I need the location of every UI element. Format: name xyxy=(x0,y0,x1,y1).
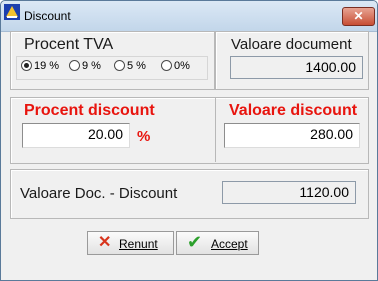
discount-value-input[interactable]: 280.00 xyxy=(224,123,360,148)
radio-icon xyxy=(161,60,172,71)
discount-divider xyxy=(215,98,216,162)
tva-option-19[interactable]: 19 % xyxy=(21,60,59,72)
window-title: Discount xyxy=(24,9,71,23)
x-icon: ✕ xyxy=(98,234,112,251)
checkmark-icon: ✔ xyxy=(187,232,203,252)
radio-icon xyxy=(69,60,80,71)
discount-dialog: Discount ✕ Procent TVA 19 % 9 % 5 % 0% V… xyxy=(0,0,378,281)
tva-option-9[interactable]: 9 % xyxy=(69,60,101,72)
cancel-button-label: Renunt xyxy=(119,237,158,251)
app-icon xyxy=(4,4,20,20)
title-bar[interactable]: Discount ✕ xyxy=(1,1,377,32)
tva-radio-group: 19 % 9 % 5 % 0% xyxy=(16,56,208,80)
doc-value-label: Valoare document xyxy=(231,36,352,53)
tva-label: Procent TVA xyxy=(24,36,114,53)
percent-discount-label: Procent discount xyxy=(24,102,155,119)
result-label: Valoare Doc. - Discount xyxy=(20,185,178,202)
accept-button-label: Accept xyxy=(211,237,248,251)
radio-icon xyxy=(114,60,125,71)
tva-option-5[interactable]: 5 % xyxy=(114,60,146,72)
discount-value-label: Valoare discount xyxy=(229,102,358,119)
tva-option-0[interactable]: 0% xyxy=(161,60,190,72)
cancel-button[interactable]: ✕ Renunt xyxy=(87,231,174,255)
radio-selected-icon xyxy=(21,60,32,71)
accept-button[interactable]: ✔ Accept xyxy=(176,231,259,255)
percent-sign: % xyxy=(137,128,151,145)
result-value-field: 1120.00 xyxy=(222,181,356,204)
percent-discount-input[interactable]: 20.00 xyxy=(22,123,130,148)
doc-value-field: 1400.00 xyxy=(230,56,363,79)
close-button[interactable]: ✕ xyxy=(342,7,375,26)
